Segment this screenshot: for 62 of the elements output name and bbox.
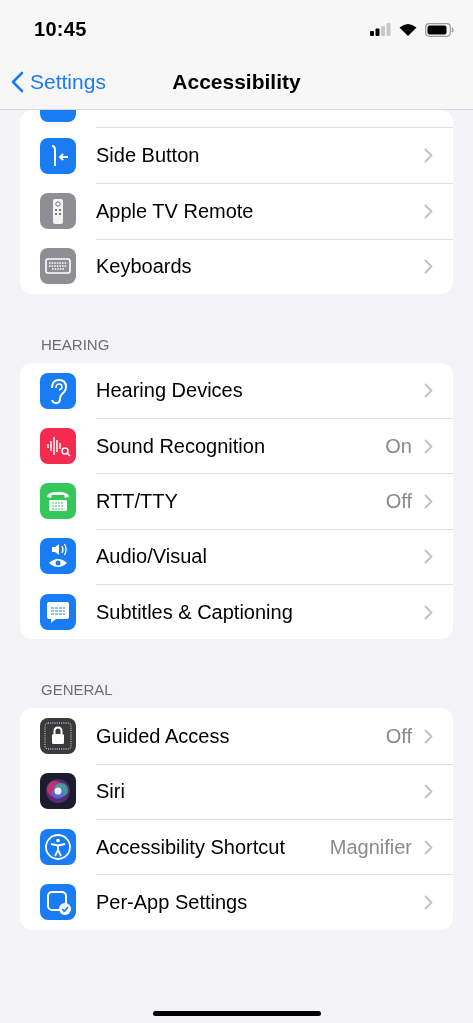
section-header: GENERAL: [40, 680, 114, 701]
orb-icon: [40, 773, 76, 810]
waveform-icon: [40, 427, 76, 464]
chevron-icon: [424, 494, 433, 510]
settings-row[interactable]: Siri: [20, 763, 453, 819]
row-label: Subtitles & Captioning: [96, 600, 294, 624]
keyboard-icon: [40, 248, 76, 285]
row-label: Keyboards: [96, 255, 193, 279]
remote-icon: [40, 192, 76, 229]
settings-row[interactable]: Apple TV Remote: [20, 183, 453, 239]
settings-row[interactable]: Sound Recognition On: [20, 418, 453, 474]
row-label: Apple TV Remote: [96, 199, 255, 223]
settings-row[interactable]: Hearing Devices: [20, 362, 453, 419]
back-chevron-icon: [11, 71, 24, 93]
chevron-icon: [424, 259, 433, 275]
row-value: Magnifier: [329, 835, 412, 859]
accessibility-person-icon: [40, 828, 76, 865]
settings-row[interactable]: Per-App Settings: [20, 874, 453, 930]
chevron-icon: [424, 203, 433, 219]
row-value: Off: [385, 724, 412, 748]
row-label: Audio/Visual: [96, 545, 208, 569]
settings-row[interactable]: Accessibility Shortcut Magnifier: [20, 818, 453, 875]
settings-row[interactable]: Guided Access Off: [20, 708, 453, 764]
chevron-icon: [424, 728, 433, 744]
row-label: Accessibility Shortcut: [96, 835, 286, 859]
row-value: Off: [385, 490, 412, 514]
row-value: On: [385, 434, 412, 458]
back-button[interactable]: Settings: [0, 70, 106, 94]
chevron-icon: [424, 839, 433, 855]
chevron-icon: [424, 438, 433, 454]
speech-bubble-icon: [40, 593, 76, 630]
signal-icon: [370, 23, 391, 36]
row-label: Per-App Settings: [96, 890, 249, 914]
wifi-icon: [399, 23, 417, 36]
battery-icon: [425, 22, 454, 37]
side-button-icon: [40, 137, 76, 174]
row-label: RTT/TTY: [96, 490, 179, 514]
settings-row[interactable]: Keyboards: [20, 238, 453, 294]
chevron-icon: [424, 604, 433, 620]
chevron-icon: [424, 894, 433, 910]
app-checkmark-icon: [40, 883, 76, 920]
section-header: HEARING: [40, 334, 111, 355]
settings-row[interactable]: Subtitles & Captioning: [20, 584, 453, 640]
row-label: Siri: [96, 780, 126, 804]
settings-row[interactable]: Audio/Visual: [20, 528, 453, 585]
row-label: Hearing Devices: [96, 379, 244, 403]
status-time: 10:45: [34, 18, 87, 41]
ear-icon: [40, 372, 76, 409]
row-label: Sound Recognition: [96, 434, 266, 458]
chevron-icon: [424, 383, 433, 399]
settings-row[interactable]: RTT/TTY Off: [20, 473, 453, 529]
lock-icon: [40, 718, 76, 754]
row-label: Side Button: [96, 144, 201, 168]
row-label: Guided Access: [96, 724, 231, 748]
tty-phone-icon: [40, 483, 76, 520]
speaker-eye-icon: [40, 538, 76, 575]
settings-row[interactable]: Side Button: [20, 128, 453, 184]
chevron-icon: [424, 549, 433, 565]
chevron-icon: [424, 784, 433, 800]
screen-title: Accessibility: [172, 70, 301, 94]
chevron-icon: [424, 148, 433, 164]
home-indicator[interactable]: [152, 1011, 321, 1016]
